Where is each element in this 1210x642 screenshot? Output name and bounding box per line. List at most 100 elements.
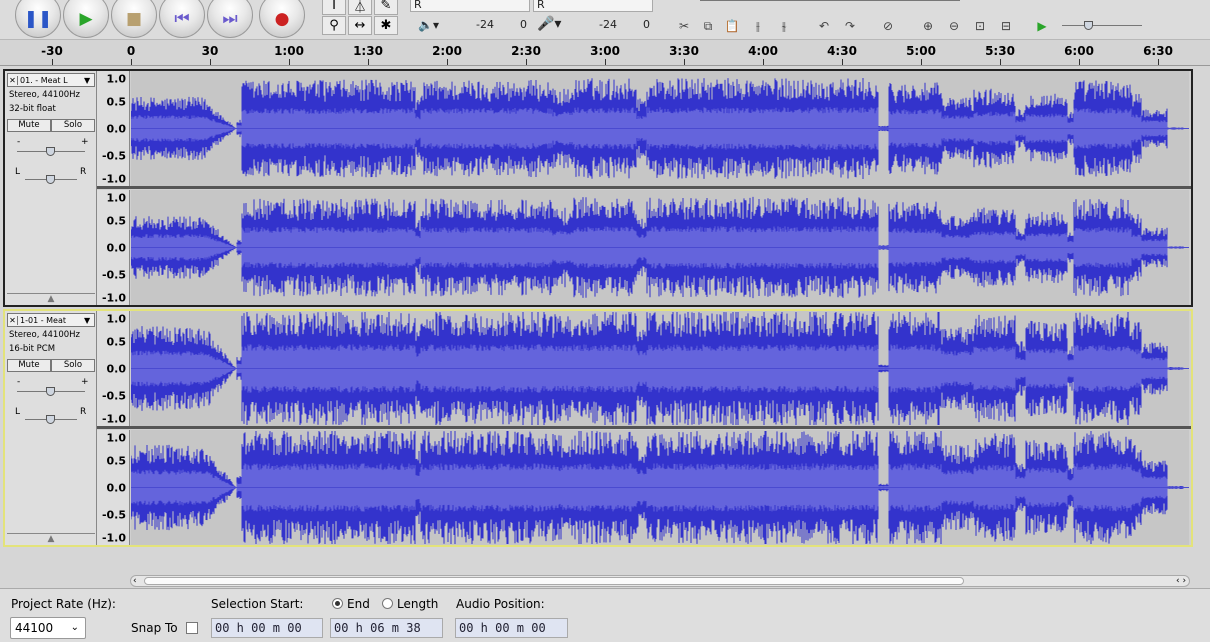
ruler-tick bbox=[368, 59, 369, 65]
pan-right-label: R bbox=[80, 167, 87, 177]
scroll-left-icon[interactable]: ‹ bbox=[133, 576, 137, 586]
gain-slider[interactable] bbox=[17, 147, 85, 156]
waveform-channel[interactable] bbox=[131, 430, 1191, 545]
zoom-tool[interactable]: ⚲ bbox=[322, 16, 346, 35]
amplitude-label: -0.5 bbox=[101, 149, 126, 163]
collapse-track-button[interactable]: ▲ bbox=[7, 293, 95, 305]
multi-tool[interactable]: ✱ bbox=[374, 16, 398, 35]
scrollbar-thumb[interactable] bbox=[144, 577, 964, 585]
track-title-bar[interactable]: ✕ 01. - Meat L ▼ bbox=[7, 73, 95, 87]
solo-button[interactable]: Solo bbox=[51, 359, 95, 372]
mute-button[interactable]: Mute bbox=[7, 119, 51, 132]
scroll-right-icon[interactable]: ‹ › bbox=[1176, 576, 1186, 586]
timeshift-tool[interactable]: ↔ bbox=[348, 16, 372, 35]
chevron-down-icon[interactable]: ▼ bbox=[84, 76, 94, 85]
ruler-label: -30 bbox=[41, 44, 63, 58]
channel-separator bbox=[97, 426, 1191, 429]
timeline-ruler[interactable]: -30 0 30 1:00 1:30 2:00 2:30 3:00 3:30 4:00 4:30 5:… bbox=[0, 40, 1210, 66]
audio-track-1[interactable]: ✕ 01. - Meat L ▼ Stereo, 44100Hz 32-bit floa… bbox=[3, 69, 1193, 307]
record-db-label: -24 bbox=[599, 18, 617, 31]
vertical-ruler[interactable]: 1.0 0.5 0.0 -0.5 -1.0 bbox=[97, 71, 130, 186]
ruler-tick bbox=[605, 59, 606, 65]
playback-meter[interactable]: R bbox=[410, 0, 530, 12]
track-title-bar[interactable]: ✕ 1-01 - Meat ▼ bbox=[7, 313, 95, 327]
stop-button[interactable]: ■ bbox=[111, 0, 157, 38]
vertical-ruler[interactable]: 1.0 0.5 0.0 -0.5 -1.0 bbox=[97, 430, 130, 545]
mute-button[interactable]: Mute bbox=[7, 359, 51, 372]
undo-icon[interactable]: ↶ bbox=[814, 16, 834, 36]
audio-position-time[interactable]: 00 h 00 m 00 s▾ bbox=[455, 618, 568, 642]
close-icon[interactable]: ✕ bbox=[8, 315, 18, 325]
gain-knob[interactable] bbox=[46, 147, 55, 156]
pause-button[interactable]: ❚❚ bbox=[15, 0, 61, 38]
waveform-channel[interactable] bbox=[131, 311, 1191, 426]
waveform[interactable] bbox=[131, 311, 1189, 426]
amplitude-label: -0.5 bbox=[101, 389, 126, 403]
record-button[interactable]: ● bbox=[259, 0, 305, 38]
selection-start-time[interactable]: 00 h 00 m 00 s▾ bbox=[211, 618, 323, 642]
length-radio-dot bbox=[382, 598, 393, 609]
skip-end-button[interactable]: ⏭ bbox=[207, 0, 253, 38]
gain-knob[interactable] bbox=[46, 387, 55, 396]
track-name[interactable]: 01. - Meat L bbox=[18, 76, 84, 85]
play-at-speed-icon[interactable]: ▶ bbox=[1032, 16, 1052, 36]
draw-tool-icon: ✎ bbox=[380, 0, 392, 13]
sync-lock-icon[interactable]: ⊘ bbox=[878, 16, 898, 36]
track-name[interactable]: 1-01 - Meat bbox=[18, 316, 84, 325]
waveform-channel[interactable] bbox=[131, 190, 1191, 305]
vertical-ruler[interactable]: 1.0 0.5 0.0 -0.5 -1.0 bbox=[97, 190, 130, 305]
ruler-tick bbox=[1000, 59, 1001, 65]
horizontal-scrollbar[interactable] bbox=[130, 575, 1190, 587]
end-radio[interactable]: End bbox=[332, 597, 370, 611]
pan-left-label: L bbox=[15, 167, 21, 177]
track-control-panel: ✕ 1-01 - Meat ▼ Stereo, 44100Hz 16-bit PCM Mu… bbox=[5, 311, 97, 545]
amplitude-label: -0.5 bbox=[101, 508, 126, 522]
solo-button[interactable]: Solo bbox=[51, 119, 95, 132]
project-rate-select[interactable]: 44100 ⌄ bbox=[10, 617, 86, 639]
pan-knob[interactable] bbox=[46, 415, 55, 424]
close-icon[interactable]: ✕ bbox=[8, 75, 18, 85]
gain-slider[interactable] bbox=[17, 387, 85, 396]
draw-tool[interactable]: ✎ bbox=[374, 0, 398, 15]
envelope-tool[interactable]: ⏃ bbox=[348, 0, 372, 15]
paste-icon[interactable]: 📋 bbox=[722, 16, 742, 36]
skip-start-button[interactable]: ⏮ bbox=[159, 0, 205, 38]
play-button[interactable]: ▶ bbox=[63, 0, 109, 38]
silence-icon[interactable]: ⫳ bbox=[774, 16, 794, 36]
snap-to-checkbox[interactable] bbox=[186, 622, 198, 634]
record-meter[interactable]: R bbox=[533, 0, 653, 12]
zoom-in-icon[interactable]: ⊕ bbox=[918, 16, 938, 36]
waveform[interactable] bbox=[131, 71, 1189, 186]
ruler-label: 4:30 bbox=[827, 44, 857, 58]
vertical-ruler[interactable]: 1.0 0.5 0.0 -0.5 -1.0 bbox=[97, 311, 130, 426]
amplitude-label: 0.0 bbox=[106, 481, 127, 495]
length-radio[interactable]: Length bbox=[382, 597, 438, 611]
pan-slider[interactable] bbox=[25, 175, 77, 184]
chevron-down-icon[interactable]: ▼ bbox=[84, 316, 94, 325]
end-label: End bbox=[347, 597, 370, 611]
length-label: Length bbox=[397, 597, 439, 611]
copy-icon[interactable]: ⧉ bbox=[698, 16, 718, 36]
play-speed-knob[interactable] bbox=[1084, 21, 1093, 30]
zoom-out-icon[interactable]: ⊖ bbox=[944, 16, 964, 36]
fit-project-icon[interactable]: ⊟ bbox=[996, 16, 1016, 36]
ruler-tick bbox=[684, 59, 685, 65]
audio-track-2[interactable]: ✕ 1-01 - Meat ▼ Stereo, 44100Hz 16-bit PCM Mu… bbox=[3, 309, 1193, 547]
selection-end-time[interactable]: 00 h 06 m 38 s▾ bbox=[330, 618, 443, 642]
microphone-icon[interactable]: 🎤▾ bbox=[537, 16, 561, 32]
redo-icon[interactable]: ↷ bbox=[840, 16, 860, 36]
selection-tool[interactable]: I bbox=[322, 0, 346, 15]
play-speed-slider[interactable] bbox=[1062, 21, 1142, 30]
fit-selection-icon[interactable]: ⊡ bbox=[970, 16, 990, 36]
pan-slider[interactable] bbox=[25, 415, 77, 424]
volume-sliders[interactable] bbox=[700, 0, 960, 1]
collapse-track-button[interactable]: ▲ bbox=[7, 533, 95, 545]
waveform[interactable] bbox=[131, 190, 1189, 305]
waveform[interactable] bbox=[131, 430, 1189, 545]
pan-knob[interactable] bbox=[46, 175, 55, 184]
trim-icon[interactable]: ⫲ bbox=[748, 16, 768, 36]
ruler-label: 6:00 bbox=[1064, 44, 1094, 58]
waveform-channel[interactable] bbox=[131, 71, 1191, 186]
cut-icon[interactable]: ✂ bbox=[674, 16, 694, 36]
ruler-tick bbox=[289, 59, 290, 65]
